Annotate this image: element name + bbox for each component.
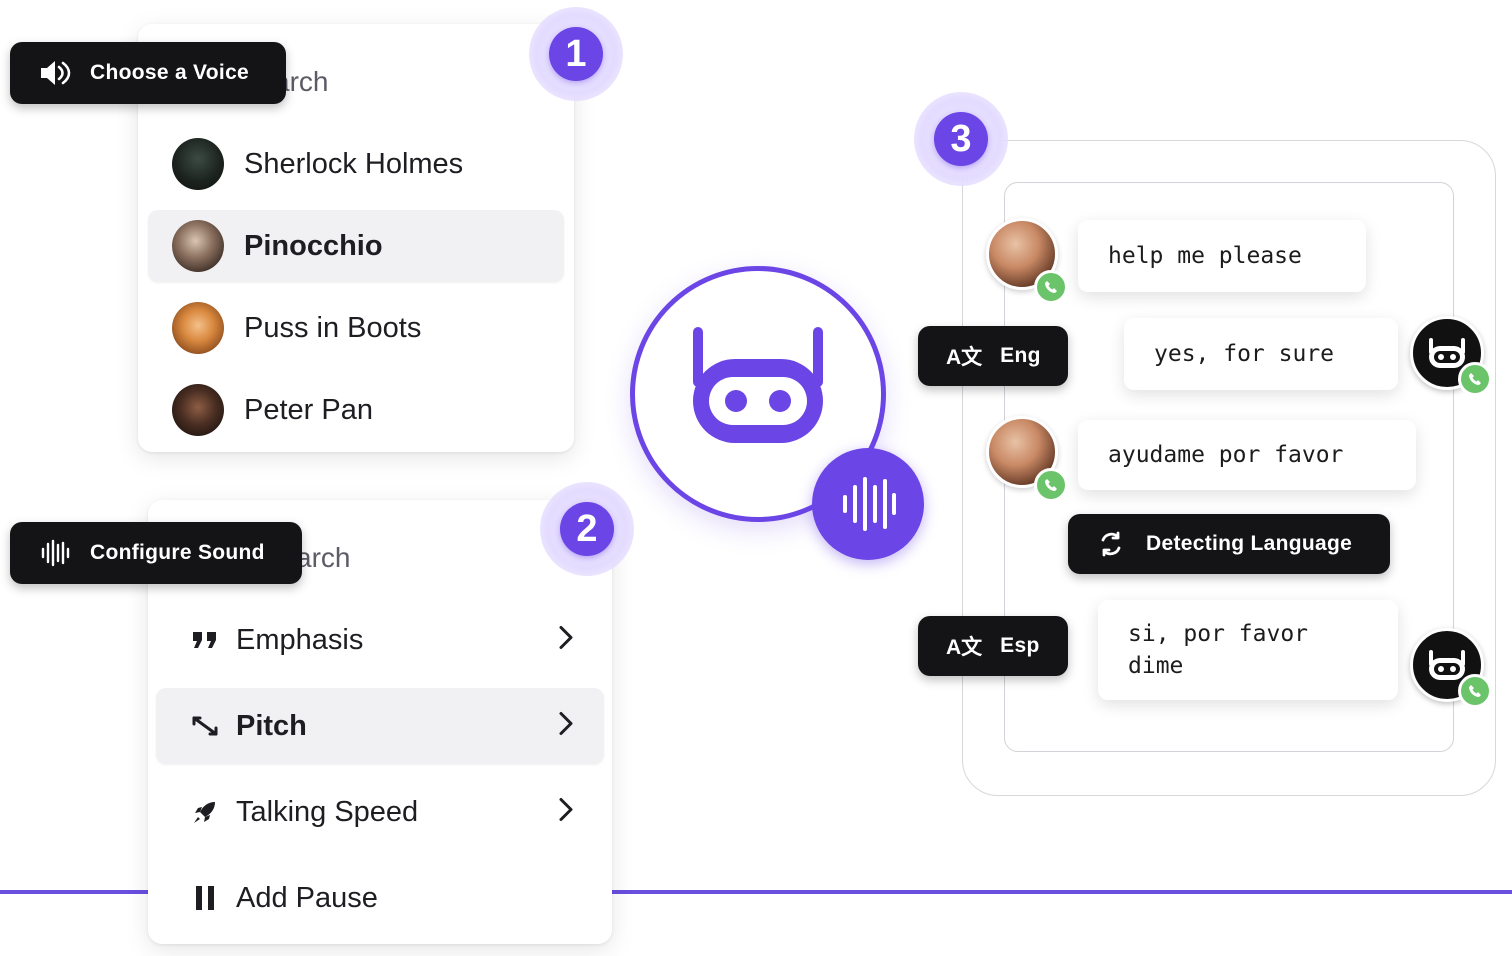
pill-label: Configure Sound	[90, 541, 265, 564]
voice-name: Sherlock Holmes	[244, 147, 464, 180]
avatar	[172, 384, 224, 436]
voice-name: Pinocchio	[244, 229, 383, 262]
option-label: Pitch	[236, 709, 307, 742]
phone-call-icon	[1458, 362, 1492, 396]
voice-item-puss-in-boots[interactable]: Puss in Boots	[148, 292, 564, 364]
voice-name: Puss in Boots	[244, 311, 422, 344]
chat-bubble-bot: yes, for sure	[1124, 318, 1398, 390]
speaker-icon	[38, 58, 72, 88]
configure-sound-pill[interactable]: Configure Sound	[10, 522, 302, 584]
language-label: Esp	[1000, 634, 1040, 657]
waveform-icon	[40, 539, 70, 567]
step-badge-1: 1	[529, 7, 623, 101]
detecting-language-pill: Detecting Language	[1068, 514, 1390, 574]
option-add-pause[interactable]: Add Pause	[156, 860, 604, 936]
voice-item-sherlock-holmes[interactable]: Sherlock Holmes	[148, 128, 564, 200]
language-tag-eng: A文 Eng	[918, 326, 1068, 386]
translate-icon: A文	[946, 346, 983, 369]
step-number: 1	[549, 27, 603, 81]
chat-bubble-user: help me please	[1078, 220, 1366, 292]
robot-icon	[693, 327, 823, 443]
option-talking-speed[interactable]: Talking Speed	[156, 774, 604, 850]
option-emphasis[interactable]: Emphasis	[156, 602, 604, 678]
chat-bubble-user: ayudame por favor	[1078, 420, 1416, 490]
option-label: Add Pause	[236, 881, 378, 914]
step-badge-2: 2	[540, 482, 634, 576]
waveform-icon	[843, 477, 896, 531]
option-pitch[interactable]: Pitch	[156, 688, 604, 764]
rocket-icon	[190, 797, 220, 827]
voice-name: Peter Pan	[244, 393, 373, 426]
chevron-right-icon	[558, 625, 574, 656]
translate-icon: A文	[946, 636, 983, 659]
robot-icon	[1429, 338, 1465, 368]
avatar	[172, 220, 224, 272]
refresh-icon	[1098, 531, 1124, 557]
option-label: Talking Speed	[236, 795, 419, 828]
option-label: Emphasis	[236, 623, 364, 656]
voice-item-peter-pan[interactable]: Peter Pan	[148, 374, 564, 446]
language-label: Eng	[1000, 344, 1041, 367]
pill-label: Choose a Voice	[90, 61, 250, 84]
robot-icon	[1429, 650, 1465, 680]
sound-search-input[interactable]: arch	[296, 542, 350, 574]
chevron-right-icon	[558, 797, 574, 828]
step-number: 3	[934, 112, 988, 166]
choose-voice-pill[interactable]: Choose a Voice	[10, 42, 286, 104]
chevron-right-icon	[558, 711, 574, 742]
language-tag-esp: A文 Esp	[918, 616, 1068, 676]
phone-call-icon	[1034, 468, 1068, 502]
avatar	[172, 302, 224, 354]
avatar	[172, 138, 224, 190]
voice-waveform-button[interactable]	[812, 448, 924, 560]
pitch-arrows-icon	[190, 711, 220, 741]
pill-label: Detecting Language	[1146, 532, 1353, 555]
phone-call-icon	[1458, 674, 1492, 708]
step-number: 2	[560, 502, 614, 556]
quote-icon	[190, 625, 220, 655]
voice-item-pinocchio[interactable]: Pinocchio	[148, 210, 564, 282]
chat-bubble-bot: si, por favor dime	[1098, 600, 1398, 700]
step-badge-3: 3	[914, 92, 1008, 186]
pause-icon	[190, 883, 220, 913]
phone-call-icon	[1034, 270, 1068, 304]
